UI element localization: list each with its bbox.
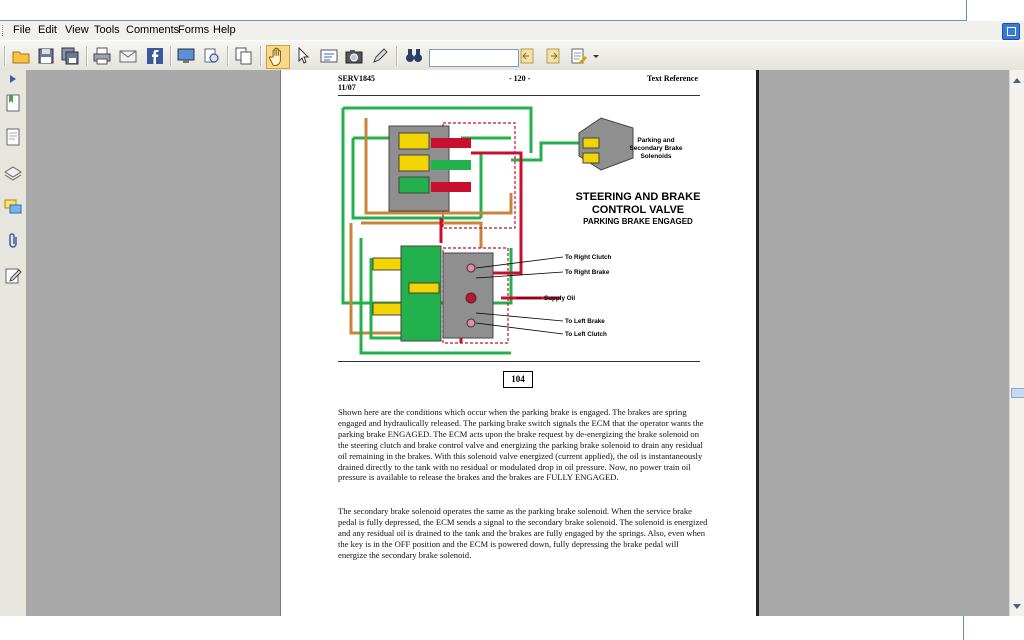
hydraulic-schematic: Parking and Secondary Brake Solenoids ST… (331, 98, 703, 360)
bottom-divider (963, 616, 964, 640)
signatures-icon[interactable] (4, 267, 22, 285)
scroll-up-arrow-icon[interactable] (1013, 78, 1021, 83)
facebook-icon[interactable] (146, 47, 164, 65)
expand-pane-icon[interactable] (8, 74, 18, 84)
scroll-thumb[interactable] (1011, 388, 1024, 398)
restore-window-button[interactable] (1002, 23, 1020, 40)
figure-number: 104 (503, 371, 533, 388)
highlight-icon[interactable] (570, 47, 588, 65)
diagram-title-line1: STEERING AND BRAKE (576, 191, 701, 203)
window-top-strip (0, 0, 967, 21)
print-preview-icon[interactable] (203, 47, 221, 65)
solenoid-label-line3: Solenoids (640, 153, 671, 160)
pages-panel-icon[interactable] (4, 128, 22, 146)
diagram-title-line2: CONTROL VALVE (592, 204, 684, 216)
header-rule (338, 95, 700, 96)
toolbar-separator (396, 46, 398, 66)
header-doc-id: SERV1845 (338, 74, 376, 83)
menu-view[interactable]: View (65, 24, 89, 36)
find-input[interactable] (429, 49, 519, 67)
scroll-down-arrow-icon[interactable] (1013, 604, 1021, 609)
callout-left-brake: To Left Brake (565, 318, 605, 325)
toolbar-separator (227, 46, 229, 66)
edit-pen-icon[interactable] (371, 47, 389, 65)
menu-file[interactable]: File (13, 24, 31, 36)
header-section: Text Reference (647, 74, 698, 83)
toolbar-separator (260, 46, 262, 66)
toolbar-grip (4, 46, 6, 66)
toolbar-separator (86, 46, 88, 66)
header-page-number: - 120 - (509, 74, 531, 83)
menu-grip (2, 25, 5, 36)
body-paragraph-2: The secondary brake solenoid operates th… (338, 506, 708, 560)
vertical-scrollbar[interactable] (1009, 70, 1024, 616)
highlight-dropdown-icon[interactable] (592, 47, 600, 65)
comments-icon[interactable] (4, 198, 22, 216)
save-all-icon[interactable] (61, 47, 79, 65)
diagram-subtitle: PARKING BRAKE ENGAGED (583, 217, 693, 226)
email-icon[interactable] (119, 47, 137, 65)
menu-bar: File Edit View Tools Comments Forms Help (0, 21, 996, 40)
menu-comments[interactable]: Comments (126, 24, 179, 36)
window-controls (996, 21, 1024, 40)
bookmarks-icon[interactable] (4, 94, 22, 112)
open-folder-icon[interactable] (12, 47, 30, 65)
layers-icon[interactable] (4, 163, 22, 181)
callout-left-clutch: To Left Clutch (565, 331, 607, 338)
pages-icon[interactable] (235, 47, 253, 65)
header-date: 11/07 (338, 83, 356, 92)
print-icon[interactable] (93, 47, 111, 65)
attachments-icon[interactable] (4, 232, 22, 250)
hand-tool-icon[interactable] (266, 45, 290, 69)
menu-help[interactable]: Help (213, 24, 236, 36)
text-select-icon[interactable] (320, 47, 338, 65)
callout-right-clutch: To Right Clutch (565, 254, 612, 261)
callout-supply-oil: Supply Oil (544, 295, 575, 302)
figure-rule (338, 361, 700, 362)
find-next-icon[interactable] (544, 47, 562, 65)
window-bottom-strip (0, 616, 1024, 640)
solenoid-label-line1: Parking and (637, 137, 674, 144)
body-paragraph-1: Shown here are the conditions which occu… (338, 407, 704, 483)
page-shadow (756, 70, 759, 616)
menu-tools[interactable]: Tools (94, 24, 120, 36)
monitor-icon[interactable] (177, 47, 195, 65)
callout-right-brake: To Right Brake (565, 269, 610, 276)
snapshot-icon[interactable] (345, 47, 363, 65)
menu-forms[interactable]: Forms (178, 24, 209, 36)
solenoid-label-line2: Secondary Brake (629, 145, 682, 152)
toolbar-separator (170, 46, 172, 66)
pdf-page: SERV1845 11/07 - 120 - Text Reference Pa… (280, 70, 757, 616)
menu-edit[interactable]: Edit (38, 24, 57, 36)
find-binoculars-icon[interactable] (405, 47, 423, 65)
find-previous-icon[interactable] (518, 47, 536, 65)
save-icon[interactable] (37, 47, 55, 65)
select-arrow-icon[interactable] (295, 47, 313, 65)
navigation-pane (0, 70, 27, 616)
toolbar (0, 41, 1024, 71)
